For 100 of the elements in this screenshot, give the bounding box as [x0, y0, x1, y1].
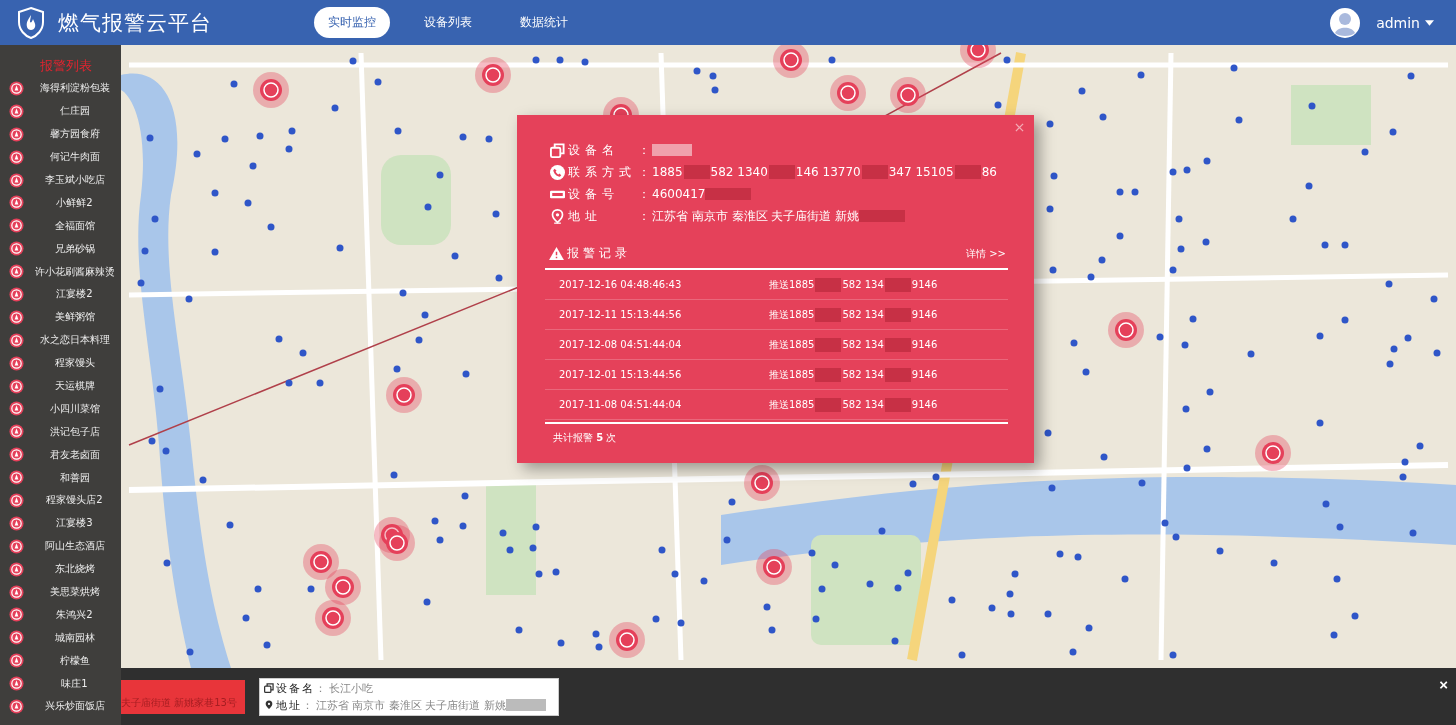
device-marker-icon[interactable]: [1330, 631, 1338, 639]
device-marker-icon[interactable]: [1216, 547, 1224, 555]
device-marker-icon[interactable]: [1351, 612, 1359, 620]
device-marker-icon[interactable]: [1172, 533, 1180, 541]
alarm-list-item[interactable]: 味庄1: [28, 676, 121, 691]
alarm-list-item[interactable]: 阿山生态酒店: [28, 539, 121, 554]
alarm-marker-icon[interactable]: [379, 525, 415, 561]
device-marker-icon[interactable]: [399, 289, 407, 297]
device-marker-icon[interactable]: [1341, 316, 1349, 324]
device-marker-icon[interactable]: [932, 473, 940, 481]
nav-tab[interactable]: 实时监控: [314, 7, 390, 38]
alarm-list-item[interactable]: 东北烧烤: [28, 562, 121, 577]
alarm-marker-icon[interactable]: [890, 77, 926, 113]
alarm-marker-icon[interactable]: [1255, 435, 1291, 471]
alarm-marker-icon[interactable]: [475, 57, 511, 93]
alarm-marker-icon[interactable]: [315, 600, 351, 636]
device-marker-icon[interactable]: [652, 615, 660, 623]
device-marker-icon[interactable]: [1156, 333, 1164, 341]
device-marker-icon[interactable]: [1206, 388, 1214, 396]
device-marker-icon[interactable]: [211, 248, 219, 256]
alarm-list-item[interactable]: 兴乐炒面饭店: [28, 699, 121, 714]
device-marker-icon[interactable]: [1074, 553, 1082, 561]
device-marker-icon[interactable]: [1316, 419, 1324, 427]
device-marker-icon[interactable]: [581, 58, 589, 66]
close-button[interactable]: ×: [1437, 676, 1450, 693]
device-marker-icon[interactable]: [1087, 273, 1095, 281]
device-marker-icon[interactable]: [904, 569, 912, 577]
device-marker-icon[interactable]: [1175, 215, 1183, 223]
device-marker-icon[interactable]: [148, 437, 156, 445]
device-marker-icon[interactable]: [275, 335, 283, 343]
device-marker-icon[interactable]: [244, 199, 252, 207]
device-marker-icon[interactable]: [1046, 120, 1054, 128]
device-marker-icon[interactable]: [994, 101, 1002, 109]
device-marker-icon[interactable]: [1289, 215, 1297, 223]
device-marker-icon[interactable]: [1390, 345, 1398, 353]
device-marker-icon[interactable]: [677, 619, 685, 627]
alarm-marker-icon[interactable]: [773, 45, 809, 78]
device-marker-icon[interactable]: [1003, 56, 1011, 64]
device-marker-icon[interactable]: [532, 523, 540, 531]
device-marker-icon[interactable]: [1336, 523, 1344, 531]
avatar-icon[interactable]: [1330, 7, 1361, 38]
device-marker-icon[interactable]: [700, 577, 708, 585]
device-marker-icon[interactable]: [1235, 116, 1243, 124]
alarm-list-item[interactable]: 馨方园食府: [28, 127, 121, 142]
device-marker-icon[interactable]: [254, 585, 262, 593]
alarm-list-item[interactable]: 水之恋日本料理: [28, 333, 121, 348]
device-marker-icon[interactable]: [1247, 350, 1255, 358]
device-marker-icon[interactable]: [1099, 113, 1107, 121]
alarm-marker-icon[interactable]: [303, 544, 339, 580]
device-marker-icon[interactable]: [595, 643, 603, 651]
alarm-marker-icon[interactable]: [386, 377, 422, 413]
device-marker-icon[interactable]: [499, 529, 507, 537]
device-marker-icon[interactable]: [393, 365, 401, 373]
device-marker-icon[interactable]: [988, 604, 996, 612]
device-marker-icon[interactable]: [1007, 610, 1015, 618]
device-marker-icon[interactable]: [1230, 64, 1238, 72]
device-marker-icon[interactable]: [1169, 266, 1177, 274]
device-marker-icon[interactable]: [331, 104, 339, 112]
device-marker-icon[interactable]: [199, 476, 207, 484]
alarm-list-item[interactable]: 美鲜粥馆: [28, 310, 121, 325]
device-marker-icon[interactable]: [374, 78, 382, 86]
device-marker-icon[interactable]: [1181, 341, 1189, 349]
alarm-list-item[interactable]: 何记牛肉面: [28, 150, 121, 165]
device-marker-icon[interactable]: [506, 546, 514, 554]
device-marker-icon[interactable]: [1202, 238, 1210, 246]
device-marker-icon[interactable]: [808, 549, 816, 557]
device-marker-icon[interactable]: [894, 584, 902, 592]
device-marker-icon[interactable]: [1050, 172, 1058, 180]
device-marker-icon[interactable]: [221, 135, 229, 143]
alarm-list-item[interactable]: 许小花刷酱麻辣烫: [28, 264, 121, 279]
user-menu-button[interactable]: admin: [1374, 12, 1436, 33]
device-marker-icon[interactable]: [193, 150, 201, 158]
device-marker-icon[interactable]: [451, 252, 459, 260]
device-marker-icon[interactable]: [1011, 570, 1019, 578]
device-marker-icon[interactable]: [436, 171, 444, 179]
device-marker-icon[interactable]: [1048, 484, 1056, 492]
device-marker-icon[interactable]: [557, 639, 565, 647]
device-marker-icon[interactable]: [1183, 166, 1191, 174]
device-marker-icon[interactable]: [535, 570, 543, 578]
device-marker-icon[interactable]: [1138, 479, 1146, 487]
device-marker-icon[interactable]: [349, 57, 357, 65]
device-marker-icon[interactable]: [423, 598, 431, 606]
device-marker-icon[interactable]: [592, 630, 600, 638]
device-marker-icon[interactable]: [1044, 429, 1052, 437]
device-marker-icon[interactable]: [1161, 519, 1169, 527]
alarm-list-item[interactable]: 小四川菜馆: [28, 401, 121, 416]
device-marker-icon[interactable]: [1182, 405, 1190, 413]
device-marker-icon[interactable]: [1070, 339, 1078, 347]
device-marker-icon[interactable]: [263, 641, 271, 649]
alarm-list-item[interactable]: 洪记包子店: [28, 424, 121, 439]
device-marker-icon[interactable]: [515, 626, 523, 634]
device-marker-icon[interactable]: [1401, 458, 1409, 466]
device-marker-icon[interactable]: [1305, 182, 1313, 190]
device-marker-icon[interactable]: [316, 379, 324, 387]
device-marker-icon[interactable]: [146, 134, 154, 142]
device-marker-icon[interactable]: [532, 56, 540, 64]
device-marker-icon[interactable]: [529, 544, 537, 552]
device-marker-icon[interactable]: [1006, 590, 1014, 598]
device-marker-icon[interactable]: [1098, 256, 1106, 264]
device-marker-icon[interactable]: [709, 72, 717, 80]
